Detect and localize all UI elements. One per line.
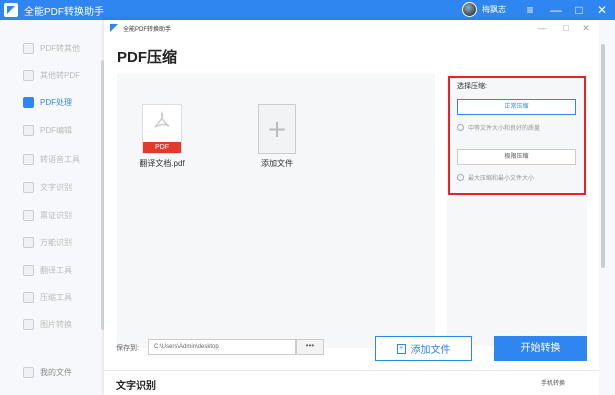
image-convert-icon: [23, 318, 34, 330]
acrobat-icon: [154, 111, 170, 128]
main-scrollbar[interactable]: [599, 20, 615, 395]
window-minimize-button[interactable]: —: [535, 23, 549, 33]
sidebar-item-label: 翻译工具: [40, 265, 72, 275]
sidebar-item-universal-ocr[interactable]: 万能识别: [0, 232, 104, 252]
sidebar-item-label: PDF处理: [40, 97, 72, 107]
user-profile[interactable]: 梅飘志: [462, 2, 506, 17]
sidebar-item-my-files[interactable]: 我的文件: [0, 362, 104, 382]
sidebar-item-other-to-pdf[interactable]: 其他转PDF: [0, 65, 104, 85]
add-file-button[interactable]: + 添加文件: [375, 336, 472, 361]
my-files-icon: [23, 366, 34, 378]
user-name[interactable]: 梅飘志: [482, 4, 506, 15]
mobile-convert-link[interactable]: 手机转换: [541, 378, 565, 387]
add-file-label: 添加文件: [261, 159, 293, 168]
avatar[interactable]: [462, 2, 477, 17]
sidebar-item-label: 我的文件: [40, 367, 72, 377]
window-maximize-button[interactable]: □: [559, 23, 573, 33]
close-button[interactable]: ✕: [591, 0, 613, 20]
info-icon: [457, 174, 464, 181]
voice-icon: [23, 153, 34, 165]
compression-title: 选择压缩:: [457, 83, 487, 90]
section-title: 文字识别: [116, 381, 156, 392]
app-titlebar: 全能PDF转换助手 梅飘志 ≡ — □ ✕: [0, 0, 615, 20]
sidebar-item-label: PDF编辑: [40, 125, 72, 135]
sidebar-item-ocr[interactable]: 文字识别: [0, 177, 104, 197]
scrollbar-thumb[interactable]: [601, 44, 605, 268]
sidebar-item-ticket[interactable]: 票证识别: [0, 205, 104, 225]
sidebar-item-label: PDF转其他: [40, 43, 80, 53]
pdf-convert-icon: [23, 42, 34, 54]
window-titlebar: 全能PDF转换助手 — □ ✕: [104, 20, 599, 36]
sidebar-item-voice[interactable]: 转语音工具: [0, 149, 104, 169]
file-item[interactable]: PDF 翻译文档.pdf: [132, 104, 192, 169]
normal-compress-desc: 中等文件大小和良好的质量: [457, 123, 540, 132]
start-convert-button[interactable]: 开始转换: [494, 336, 587, 361]
sidebar-item-label: 压缩工具: [40, 292, 72, 302]
page-title: PDF压缩: [117, 49, 178, 66]
window-logo-icon: [110, 24, 118, 32]
extreme-compress-button[interactable]: 极限压缩: [457, 149, 576, 165]
add-file-button-label: 添加文件: [410, 345, 451, 356]
minimize-button[interactable]: —: [545, 0, 567, 20]
save-to-label: 保存到:: [116, 345, 139, 352]
sidebar: PDF转其他 其他转PDF PDF处理 PDF编辑 转语音工具 文字识别 票证识…: [0, 20, 104, 395]
file-drop-area[interactable]: PDF 翻译文档.pdf + 添加文件: [117, 74, 435, 348]
save-path-input[interactable]: C:\Users\Admin\desktop: [148, 339, 296, 355]
sidebar-item-pdf-process[interactable]: PDF处理: [0, 92, 104, 112]
pdf-edit-icon: [23, 124, 34, 136]
app-logo-icon: [4, 3, 18, 17]
sidebar-item-label: 图片转换: [40, 319, 72, 329]
sidebar-item-label: 票证识别: [40, 210, 72, 220]
pdf-process-icon: [23, 96, 34, 108]
sidebar-item-image-convert[interactable]: 图片转换: [0, 314, 104, 334]
to-pdf-icon: [23, 69, 34, 81]
sidebar-item-pdf-to-other[interactable]: PDF转其他: [0, 38, 104, 58]
extreme-compress-desc: 最大压缩和最小文件大小: [457, 173, 534, 182]
pdf-compress-window: 全能PDF转换助手 — □ ✕ PDF压缩 PDF 翻译文档.pdf + 添加文…: [104, 20, 599, 395]
ocr-icon: [23, 181, 34, 193]
universal-ocr-icon: [23, 236, 34, 248]
sidebar-item-label: 万能识别: [40, 237, 72, 247]
extreme-compress-desc-text: 最大压缩和最小文件大小: [468, 176, 535, 182]
normal-compress-desc-text: 中等文件大小和良好的质量: [468, 126, 541, 132]
window-close-button[interactable]: ✕: [579, 23, 593, 34]
add-file-icon: +: [396, 343, 406, 354]
sidebar-item-compress[interactable]: 压缩工具: [0, 287, 104, 307]
sidebar-item-pdf-edit[interactable]: PDF编辑: [0, 120, 104, 140]
maximize-button[interactable]: □: [568, 0, 590, 20]
ticket-icon: [23, 209, 34, 221]
plus-icon[interactable]: +: [258, 104, 296, 154]
browse-button[interactable]: •••: [296, 339, 324, 355]
sidebar-item-label: 文字识别: [40, 182, 72, 192]
next-section: 文字识别 手机转换: [104, 370, 599, 395]
add-file-tile[interactable]: + 添加文件: [247, 104, 307, 169]
sidebar-item-translate[interactable]: 翻译工具: [0, 260, 104, 280]
compress-icon: [23, 291, 34, 303]
window-title: 全能PDF转换助手: [123, 26, 172, 33]
sidebar-item-label: 转语音工具: [40, 154, 80, 164]
app-title: 全能PDF转换助手: [24, 6, 104, 18]
translate-icon: [23, 264, 34, 276]
pdf-file-icon: PDF: [142, 104, 182, 154]
file-name: 翻译文档.pdf: [139, 159, 185, 168]
sidebar-item-label: 其他转PDF: [40, 70, 80, 80]
info-icon: [457, 124, 464, 131]
pdf-badge: PDF: [143, 142, 181, 153]
normal-compress-button[interactable]: 正常压缩: [457, 99, 576, 115]
menu-icon[interactable]: ≡: [519, 0, 541, 20]
